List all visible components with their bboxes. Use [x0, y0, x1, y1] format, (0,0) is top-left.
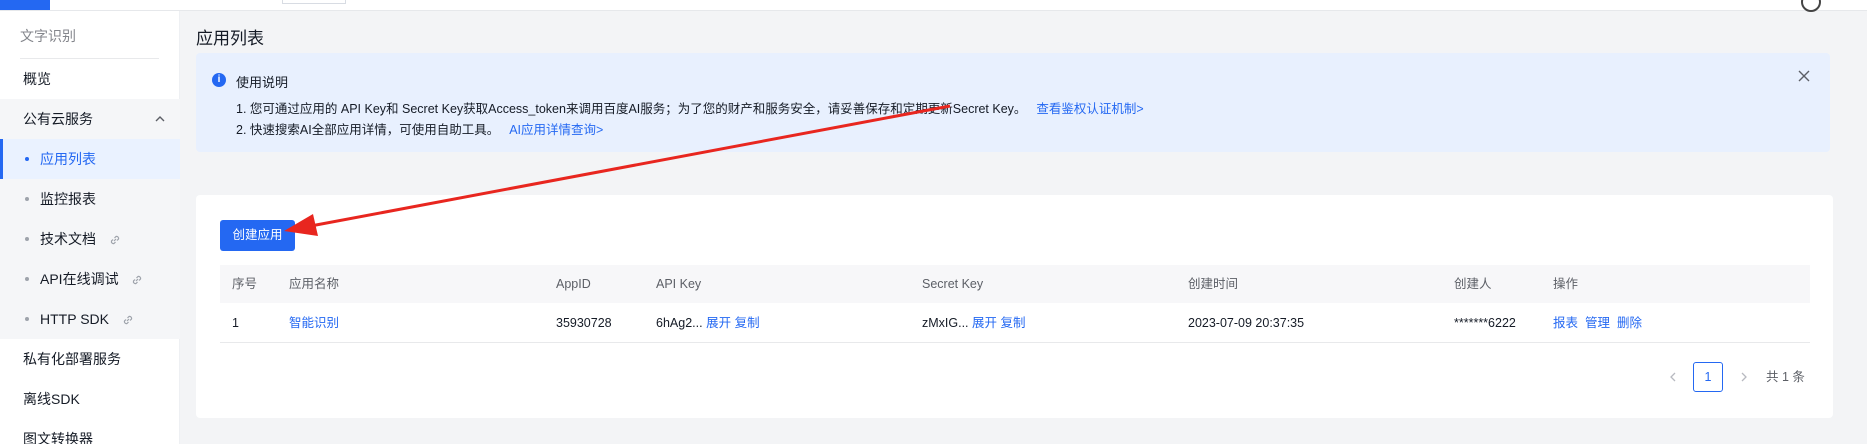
next-page-icon[interactable] [1738, 371, 1750, 383]
sidebar-group-public-cloud[interactable]: 公有云服务 [0, 99, 180, 139]
page-number[interactable]: 1 [1693, 362, 1723, 392]
api-key-copy-link[interactable]: 复制 [735, 316, 760, 330]
sidebar-item-image-text-converter[interactable]: 图文转换器 [0, 419, 180, 444]
manage-link[interactable]: 管理 [1585, 316, 1610, 330]
table-header: 序号 应用名称 AppID API Key Secret Key 创建时间 创建… [220, 265, 1810, 303]
create-app-button[interactable]: 创建应用 [220, 220, 295, 251]
notice-line-2: 2. 快速搜索AI全部应用详情，可使用自助工具。 AI应用详情查询> [236, 119, 603, 138]
bullet-dot-icon [25, 317, 29, 321]
external-link-icon [110, 236, 120, 245]
app-list-card: 创建应用 序号 应用名称 AppID API Key Secret Key 创建… [196, 195, 1833, 418]
prev-page-icon[interactable] [1667, 371, 1679, 383]
column-header: Secret Key [922, 277, 984, 291]
notice-line-1: 1. 您可通过应用的 API Key和 Secret Key获取Access_t… [236, 98, 1144, 117]
sidebar-item-label: 图文转换器 [23, 431, 93, 444]
external-link-icon [133, 276, 142, 285]
user-avatar-icon[interactable] [1801, 0, 1821, 12]
sidebar-item-private-deploy[interactable]: 私有化部署服务 [0, 339, 180, 379]
sidebar-title: 文字识别 [20, 28, 76, 44]
column-header: 应用名称 [289, 277, 340, 291]
brand-logo[interactable] [0, 0, 50, 10]
sidebar-item-label: 监控报表 [40, 191, 96, 207]
top-tab[interactable] [282, 0, 346, 4]
api-key-value: 6hAg2... [656, 316, 703, 330]
sidebar-item-label: 应用列表 [40, 151, 96, 167]
sidebar-item-http-sdk[interactable]: HTTP SDK [0, 299, 180, 339]
column-header: 创建人 [1454, 277, 1492, 291]
bullet-dot-icon [25, 277, 29, 281]
sidebar-item-api-debug[interactable]: API在线调试 [0, 259, 180, 299]
notice-line-1-text: 1. 您可通过应用的 API Key和 Secret Key获取Access_t… [236, 102, 1027, 116]
app-details-query-link[interactable]: AI应用详情查询> [509, 123, 603, 137]
secret-key-copy-link[interactable]: 复制 [1001, 316, 1026, 330]
usage-notice: i 使用说明 1. 您可通过应用的 API Key和 Secret Key获取A… [196, 53, 1830, 152]
notice-title: 使用说明 [236, 75, 289, 90]
report-link[interactable]: 报表 [1553, 316, 1578, 330]
sidebar-item-offline-sdk[interactable]: 离线SDK [0, 379, 180, 419]
sidebar-item-label: HTTP SDK [40, 311, 109, 327]
sidebar-item-label: 概览 [23, 71, 51, 87]
active-indicator [0, 139, 3, 179]
top-bar [0, 0, 1867, 12]
secret-key-expand-link[interactable]: 展开 [972, 316, 997, 330]
api-key-expand-link[interactable]: 展开 [706, 316, 731, 330]
sidebar-item-overview[interactable]: 概览 [0, 59, 180, 99]
secret-key-value: zMxIG... [922, 316, 969, 330]
close-icon[interactable] [1796, 68, 1812, 84]
table-row: 1 智能识别 35930728 6hAg2... 展开 复制 zMxIG... … [220, 303, 1810, 343]
cell-index: 1 [232, 316, 239, 330]
sidebar-item-app-list[interactable]: 应用列表 [0, 139, 180, 179]
cell-secret-key: zMxIG... 展开 复制 [922, 303, 1026, 343]
column-header: 序号 [232, 277, 258, 291]
page-title: 应用列表 [196, 29, 264, 48]
bullet-dot-icon [25, 237, 29, 241]
pagination-total: 共 1 条 [1766, 370, 1805, 384]
sidebar-item-tech-docs[interactable]: 技术文档 [0, 219, 180, 259]
cell-created-time: 2023-07-09 20:37:35 [1188, 316, 1305, 330]
cell-api-key: 6hAg2... 展开 复制 [656, 303, 760, 343]
column-header: 操作 [1553, 277, 1579, 291]
delete-link[interactable]: 删除 [1617, 316, 1642, 330]
auth-mechanism-link[interactable]: 查看鉴权认证机制> [1036, 102, 1143, 116]
sidebar-item-label: 公有云服务 [23, 111, 93, 127]
column-header: API Key [656, 277, 702, 291]
column-header: AppID [556, 277, 591, 291]
sidebar-item-label: 离线SDK [23, 391, 80, 407]
cell-appid: 35930728 [556, 316, 612, 330]
sidebar: 文字识别 概览 公有云服务 应用列表 监控报表 技术文档 API在线调试 HTT… [0, 11, 180, 444]
app-name-link[interactable]: 智能识别 [289, 303, 339, 343]
external-link-icon [123, 316, 133, 325]
bullet-dot-icon [25, 197, 29, 201]
cell-creator: *******6222 [1454, 316, 1516, 330]
info-icon: i [212, 73, 226, 87]
chevron-up-icon [155, 116, 165, 122]
cell-actions: 报表 管理 删除 [1553, 303, 1642, 343]
sidebar-item-label: API在线调试 [40, 271, 119, 287]
bullet-dot-icon [25, 157, 29, 161]
sidebar-item-label: 技术文档 [40, 231, 96, 247]
column-header: 创建时间 [1188, 277, 1239, 291]
sidebar-item-monitor-report[interactable]: 监控报表 [0, 179, 180, 219]
notice-line-2-text: 2. 快速搜索AI全部应用详情，可使用自助工具。 [236, 123, 500, 137]
sidebar-item-label: 私有化部署服务 [23, 351, 121, 367]
